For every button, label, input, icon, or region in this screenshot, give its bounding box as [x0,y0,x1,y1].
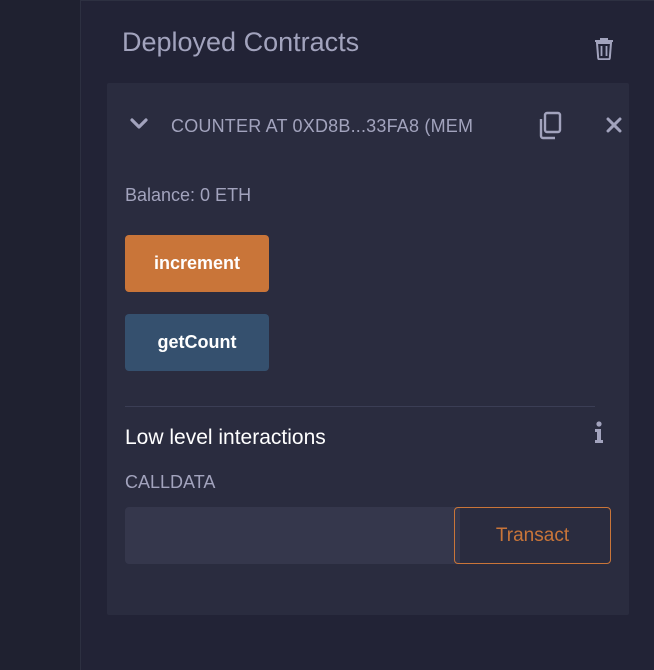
close-icon[interactable] [605,116,623,134]
top-border [81,0,654,1]
calldata-label: CALLDATA [125,472,216,492]
panel-title: Deployed Contracts [122,27,360,57]
transact-button[interactable]: Transact [454,507,611,564]
low-level-title: Low level interactions [125,426,326,449]
contract-instance-label[interactable]: COUNTER AT 0XD8B...33FA8 (MEM [171,116,473,137]
left-panel-strip [0,0,81,670]
chevron-down-icon[interactable] [129,116,149,132]
calldata-input[interactable] [125,507,460,564]
info-icon[interactable] [592,420,606,444]
increment-button[interactable]: increment [125,235,269,292]
contract-balance: Balance: 0 ETH [125,185,252,205]
copy-icon[interactable] [537,111,563,141]
get-count-button[interactable]: getCount [125,314,269,371]
trash-icon[interactable] [593,36,615,60]
section-divider [125,406,595,407]
